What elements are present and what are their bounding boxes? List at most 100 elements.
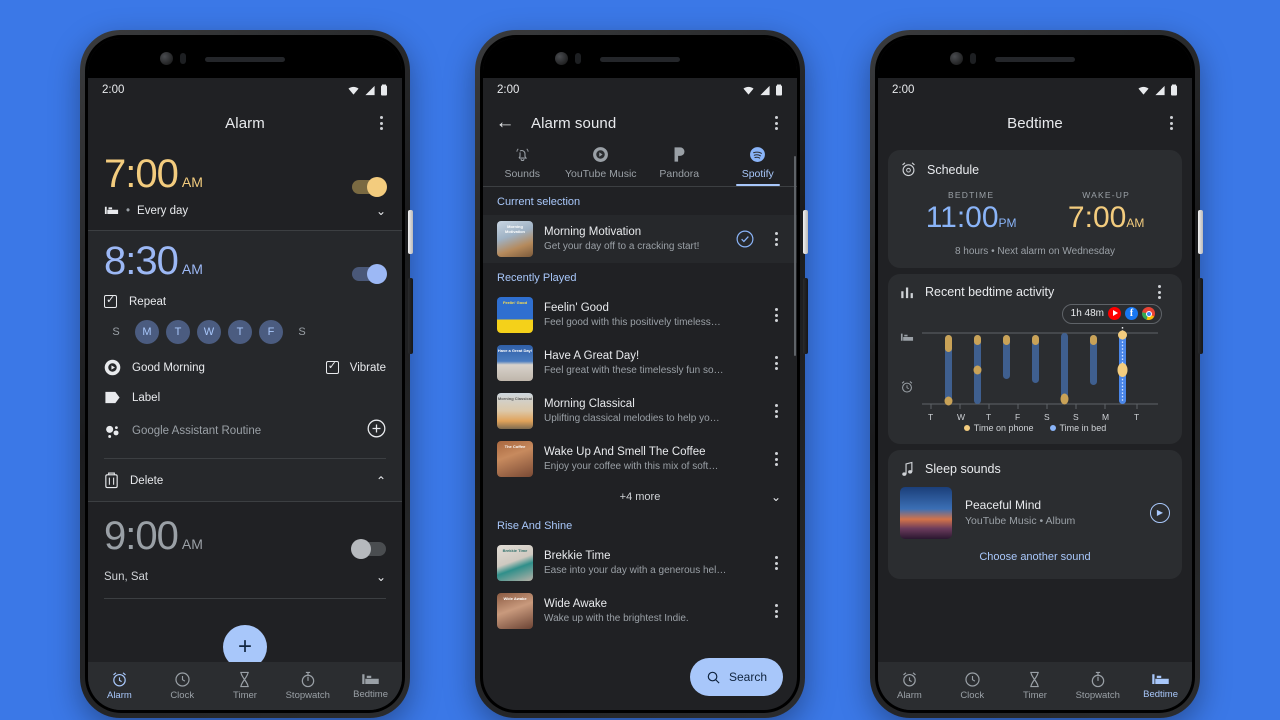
battery-icon: [776, 84, 782, 96]
overflow-menu-icon[interactable]: [370, 116, 392, 130]
overflow-menu-icon[interactable]: [765, 604, 787, 618]
delete-alarm-button[interactable]: Delete: [104, 472, 163, 489]
assistant-routine-option[interactable]: Google Assistant Routine: [104, 423, 261, 440]
album-art: Feelin' Good: [497, 297, 533, 333]
nav-clock[interactable]: Clock: [151, 671, 214, 701]
alarm-sound-option[interactable]: Good Morning: [104, 359, 205, 376]
alarm-row-700[interactable]: 7:00 AM • Every day ⌄: [88, 144, 402, 230]
overflow-menu-icon[interactable]: [765, 452, 787, 466]
nav-clock[interactable]: Clock: [941, 671, 1004, 701]
overflow-menu-icon[interactable]: [765, 404, 787, 418]
day-toggle-mon[interactable]: M: [135, 320, 159, 344]
overflow-menu-icon[interactable]: [765, 232, 787, 246]
day-toggle-fri[interactable]: F: [259, 320, 283, 344]
assistant-icon: [106, 425, 119, 438]
alarm-row-900[interactable]: 9:00 AM Sun, Sat ⌄: [88, 502, 402, 611]
volume-button[interactable]: [1198, 278, 1203, 354]
alarm-schedule: Sun, Sat: [104, 571, 149, 583]
track-feelin-good[interactable]: Feelin' Good Feelin' Good Feel good with…: [483, 291, 797, 339]
nav-stopwatch[interactable]: Stopwatch: [1066, 671, 1129, 701]
check-circle-icon[interactable]: [736, 230, 754, 248]
alarm-row-830[interactable]: 8:30AM Repeat S M T W T F: [88, 231, 402, 501]
music-note-icon: [902, 461, 913, 476]
label-option[interactable]: Label: [104, 391, 160, 404]
alarm-toggle[interactable]: [351, 539, 386, 559]
track-morning-motivation[interactable]: Morning Motivation Morning Motivation Ge…: [483, 215, 797, 263]
nav-label: Alarm: [896, 690, 922, 701]
vibrate-checkbox[interactable]: [325, 359, 339, 374]
status-icons: [1137, 84, 1178, 96]
album-art: The Coffee: [497, 441, 533, 477]
tab-youtube-music[interactable]: YouTube Music: [562, 146, 641, 186]
chevron-down-icon[interactable]: ⌄: [376, 570, 386, 584]
track-title: Have A Great Day!: [544, 350, 640, 363]
vibrate-label: Vibrate: [349, 361, 386, 374]
power-button[interactable]: [803, 210, 808, 254]
back-arrow-icon[interactable]: ←: [493, 111, 517, 135]
nav-timer[interactable]: Timer: [1004, 671, 1067, 701]
day-toggle-wed[interactable]: W: [197, 320, 221, 344]
nav-alarm[interactable]: Alarm: [878, 671, 941, 701]
day-toggle-thu[interactable]: T: [228, 320, 252, 344]
repeat-option[interactable]: Repeat: [104, 293, 386, 308]
overflow-menu-icon[interactable]: [1148, 285, 1170, 299]
volume-button[interactable]: [408, 278, 413, 354]
signal-icon: [760, 85, 770, 95]
alarm-toggle[interactable]: [352, 264, 387, 284]
tab-spotify[interactable]: Spotify: [719, 146, 798, 186]
alarm-time: 8:30 AM: [104, 239, 203, 283]
activity-heading: Recent bedtime activity: [925, 285, 1055, 299]
alarm-toggle[interactable]: [352, 177, 387, 197]
bedtime-column[interactable]: BEDTIME 11:00PM: [926, 190, 1017, 234]
day-toggle-sun[interactable]: S: [104, 320, 128, 344]
nav-bedtime[interactable]: Bedtime: [339, 672, 402, 700]
play-circle-icon[interactable]: ▶: [1150, 502, 1170, 523]
sleep-track-row[interactable]: Peaceful Mind YouTube Music • Album ▶: [900, 486, 1170, 539]
nav-timer[interactable]: Timer: [214, 671, 277, 701]
day-toggle-sat[interactable]: S: [290, 320, 314, 344]
track-wake-up-coffee[interactable]: The Coffee Wake Up And Smell The Coffee …: [483, 435, 797, 483]
overflow-menu-icon[interactable]: [765, 308, 787, 322]
plus-circle-icon[interactable]: [367, 419, 386, 443]
overflow-menu-icon[interactable]: [1160, 116, 1182, 130]
phone-bedtime: 2:00 Bedtime Schedule BEDTIME 11:00PM WA…: [870, 30, 1203, 718]
scrollbar[interactable]: [793, 156, 796, 356]
track-morning-classical[interactable]: Morning Classical Morning Classical Upli…: [483, 387, 797, 435]
screen-time-badge[interactable]: 1h 48m f: [1061, 303, 1162, 324]
chevron-down-icon[interactable]: ⌄: [771, 490, 781, 504]
wakeup-column[interactable]: WAKE-UP 7:00AM: [1068, 190, 1144, 234]
overflow-menu-icon[interactable]: [765, 556, 787, 570]
label-text: Label: [132, 391, 161, 404]
activity-card: Recent bedtime activity 1h 48m f T W T F…: [888, 273, 1182, 444]
nav-bedtime[interactable]: Bedtime: [1129, 672, 1192, 700]
bottom-navigation: Alarm Clock Timer Stopwatch Bedtime: [878, 662, 1192, 710]
front-camera-icon: [555, 52, 568, 65]
nav-stopwatch[interactable]: Stopwatch: [276, 671, 339, 701]
search-fab[interactable]: Search: [689, 658, 783, 696]
nav-label: Stopwatch: [285, 690, 330, 701]
nav-alarm[interactable]: Alarm: [88, 671, 151, 701]
track-brekkie-time[interactable]: Brekkie Time Brekkie Time Ease into your…: [483, 539, 797, 587]
track-title: Wake Up And Smell The Coffee: [544, 446, 706, 459]
vibrate-option[interactable]: Vibrate: [325, 359, 386, 374]
day-toggle-tue[interactable]: T: [166, 320, 190, 344]
overflow-menu-icon[interactable]: [765, 116, 787, 130]
overflow-menu-icon[interactable]: [765, 356, 787, 370]
track-have-a-great-day[interactable]: Have a Great Day! Have A Great Day! Feel…: [483, 339, 797, 387]
choose-another-sound-link[interactable]: Choose another sound: [900, 551, 1170, 563]
power-button[interactable]: [408, 210, 413, 254]
schedule-card[interactable]: Schedule BEDTIME 11:00PM WAKE-UP 7:00AM …: [888, 150, 1182, 268]
tab-sounds[interactable]: Sounds: [483, 146, 562, 186]
power-button[interactable]: [1198, 210, 1203, 254]
track-wide-awake[interactable]: Wide Awake Wide Awake Wake up with the b…: [483, 587, 797, 635]
bed-icon: [104, 206, 119, 214]
repeat-checkbox[interactable]: [104, 293, 117, 308]
show-more-button[interactable]: +4 more ⌄: [483, 483, 797, 511]
sleep-sounds-card: Sleep sounds Peaceful Mind YouTube Music…: [888, 449, 1182, 579]
nav-label: Clock: [960, 690, 985, 701]
proximity-sensor-icon: [575, 53, 581, 64]
chevron-down-icon[interactable]: ⌄: [376, 204, 386, 218]
volume-button[interactable]: [803, 278, 808, 354]
tab-pandora[interactable]: Pandora: [640, 146, 719, 186]
chevron-up-icon[interactable]: ⌃: [376, 474, 386, 488]
